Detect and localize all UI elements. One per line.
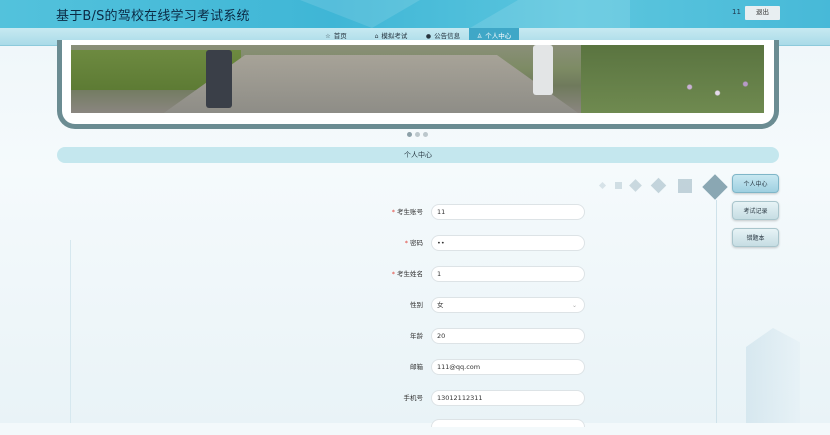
account-input[interactable]: 11 [431,204,585,220]
diamond-decoration [615,182,622,189]
side-menu-personal-center[interactable]: 个人中心 [732,174,779,193]
decorative-line [716,200,717,423]
person-figure [533,45,553,95]
carousel-dot[interactable] [407,132,412,137]
nav-item-label: 公告信息 [434,32,461,40]
chevron-down-icon: ⌄ [571,302,577,309]
required-marker: * [391,208,395,216]
form-row-next [300,419,585,435]
age-input[interactable]: 20 [431,328,585,344]
side-menu-label: 考试记录 [743,208,768,215]
current-user-name: 11 [732,8,741,16]
form-row-phone: 手机号 13012112311 [300,390,585,406]
nav-item-label: 个人中心 [485,32,512,40]
form-label: 邮箱 [410,363,423,371]
header-decoration [300,0,420,28]
email-input[interactable]: 111@qq.com [431,359,585,375]
phone-input[interactable]: 13012112311 [431,390,585,406]
nav-item-label: 首页 [333,32,347,40]
gender-select-value: 女 [437,301,444,309]
carousel-dot[interactable] [415,132,420,137]
next-field-input[interactable] [431,419,585,427]
carousel-dot[interactable] [423,132,428,137]
form-row-age: 年龄 20 [300,328,585,344]
form-label: 性别 [410,301,423,309]
form-row-email: 邮箱 111@qq.com [300,359,585,375]
side-menu-label: 个人中心 [743,181,768,188]
form-row-account: * 考生账号 11 [300,204,585,220]
form-row-password: * 密码 •• [300,235,585,251]
nav-item-label: 模拟考试 [381,32,408,40]
side-menu-wrong-questions[interactable]: 错题本 [732,228,779,247]
diamond-decoration [678,179,692,193]
carousel-image[interactable] [71,45,764,113]
form-label: 年龄 [410,332,423,340]
building-illustration [746,328,800,423]
form-label: * 考生账号 [391,208,423,216]
decorative-line [70,240,71,423]
side-menu-label: 错题本 [746,235,765,242]
header-decoration [470,0,630,28]
form-row-name: * 考生姓名 1 [300,266,585,282]
form-label: 手机号 [403,394,424,402]
form-label: * 考生姓名 [391,270,423,278]
password-input[interactable]: •• [431,235,585,251]
side-menu-exam-records[interactable]: 考试记录 [732,201,779,220]
form-label: * 密码 [404,239,423,247]
required-marker: * [391,270,395,278]
form-row-gender: 性别 女 ⌄ [300,297,585,313]
name-input[interactable]: 1 [431,266,585,282]
top-header: 基于B/S的驾校在线学习考试系统 11 退出 [0,0,830,28]
section-title-bar: 个人中心 [57,147,779,163]
site-title: 基于B/S的驾校在线学习考试系统 [56,9,250,24]
section-title: 个人中心 [404,151,432,159]
flower-bed [671,75,764,105]
gender-select[interactable]: 女 ⌄ [431,297,585,313]
person-figure [206,50,232,108]
required-marker: * [404,239,408,247]
logout-button[interactable]: 退出 [745,6,780,20]
carousel-indicators [407,122,431,141]
